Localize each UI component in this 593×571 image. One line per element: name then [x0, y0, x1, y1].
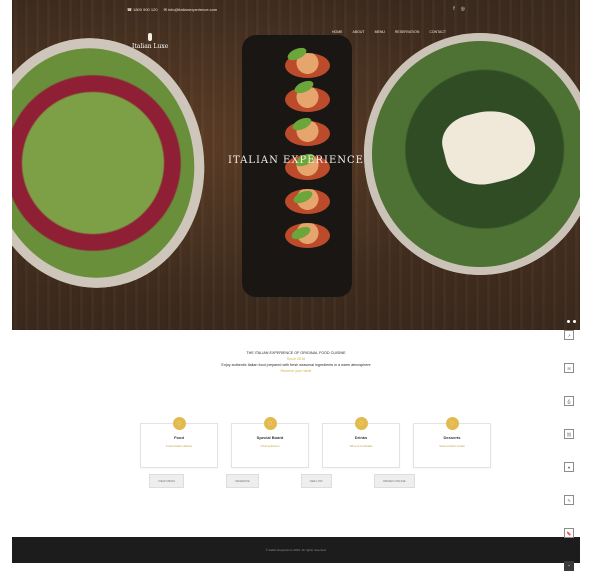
like-icon[interactable]: ♥ — [564, 462, 574, 472]
logo-mark-icon — [148, 33, 153, 41]
food-icon: ◌ — [172, 417, 186, 430]
nav-item-contact[interactable]: CONTACT — [429, 30, 446, 34]
dessert-icon: ◌ — [445, 417, 459, 430]
nav-item-home[interactable]: HOME — [332, 30, 343, 34]
feature-card-drinks: ◌ Drinks Wine & Cocktails — [322, 417, 400, 468]
content-section: THE ITALIAN EXPERIENCE OF ORIGINAL FOOD … — [12, 330, 580, 535]
page-footer: © Italian Experience 2019. All rights re… — [12, 537, 580, 563]
comment-icon[interactable]: ✎ — [564, 495, 574, 505]
drink-icon: ◌ — [354, 417, 368, 430]
board-icon: ◌ — [263, 417, 277, 430]
logo-text: Italian Luxe — [132, 43, 169, 50]
card-title: Special Board — [256, 435, 284, 440]
card-buttons: VIEW MENU RESERVE SEE LIST ORDER ONLINE — [149, 474, 415, 488]
see-list-button[interactable]: SEE LIST — [300, 474, 332, 488]
page-frame: ☎ 1800 900 120 ✉ info@italianexperience.… — [12, 0, 580, 571]
view-menu-button[interactable]: VIEW MENU — [149, 474, 185, 488]
greens-plate-image — [364, 33, 580, 275]
hero-slider-dots[interactable] — [567, 320, 576, 323]
nav-item-reservation[interactable]: RESERVATION — [395, 30, 420, 34]
intro-link[interactable]: Reserve your table — [12, 368, 580, 374]
card-subtitle: Chef selection — [260, 444, 280, 448]
slider-dot[interactable] — [567, 320, 570, 323]
feature-card-desserts: ◌ Desserts Sweet Italian treats — [413, 417, 491, 468]
card-title: Drinks — [354, 435, 368, 440]
facebook-icon[interactable]: f — [453, 6, 454, 12]
top-contact-bar: ☎ 1800 900 120 ✉ info@italianexperience.… — [12, 0, 580, 18]
hero-brand-text: ITALIAN EXPERIENCE — [228, 155, 364, 166]
card-title: Food — [174, 435, 184, 440]
footer-copyright: © Italian Experience 2019. All rights re… — [265, 548, 327, 552]
card-title: Desserts — [443, 435, 461, 440]
card-subtitle: Wine & Cocktails — [349, 444, 373, 448]
intro-text-block: THE ITALIAN EXPERIENCE OF ORIGINAL FOOD … — [12, 350, 580, 374]
feature-card-food: ◌ Food Fresh Italian dishes — [140, 417, 218, 468]
instagram-icon[interactable]: ◎ — [461, 6, 465, 12]
email-text: ✉ info@italianexperience.com — [163, 6, 218, 12]
main-navigation: HOME ABOUT MENU RESERVATION CONTACT — [332, 30, 446, 34]
site-logo[interactable]: Italian Luxe — [132, 33, 168, 50]
flatbread-image — [436, 101, 542, 193]
order-online-button[interactable]: ORDER ONLINE — [373, 474, 415, 488]
phone-text: ☎ 1800 900 120 — [127, 6, 158, 12]
card-subtitle: Fresh Italian dishes — [165, 444, 192, 448]
appetizer-board-image — [242, 35, 352, 297]
feature-card-special-board: ◌ Special Board Chef selection — [231, 417, 309, 468]
link-icon[interactable]: ⛓ — [564, 429, 574, 439]
hero-section: ☎ 1800 900 120 ✉ info@italianexperience.… — [12, 0, 580, 330]
bookmark-icon[interactable]: 🔖 — [564, 528, 574, 538]
slider-dot[interactable] — [573, 320, 576, 323]
floating-side-icons: ↗ ✉ ⎙ ⛓ ♥ ✎ 🔖 ⌃ — [564, 330, 574, 571]
scroll-top-icon[interactable]: ⌃ — [564, 561, 574, 571]
share-icon[interactable]: ↗ — [564, 330, 574, 340]
nav-item-about[interactable]: ABOUT — [353, 30, 365, 34]
feature-cards: ◌ Food Fresh Italian dishes ◌ Special Bo… — [140, 417, 491, 468]
mail-icon[interactable]: ✉ — [564, 363, 574, 373]
card-subtitle: Sweet Italian treats — [439, 444, 465, 448]
nav-item-menu[interactable]: MENU — [375, 30, 385, 34]
print-icon[interactable]: ⎙ — [564, 396, 574, 406]
reserve-button[interactable]: RESERVE — [226, 474, 259, 488]
